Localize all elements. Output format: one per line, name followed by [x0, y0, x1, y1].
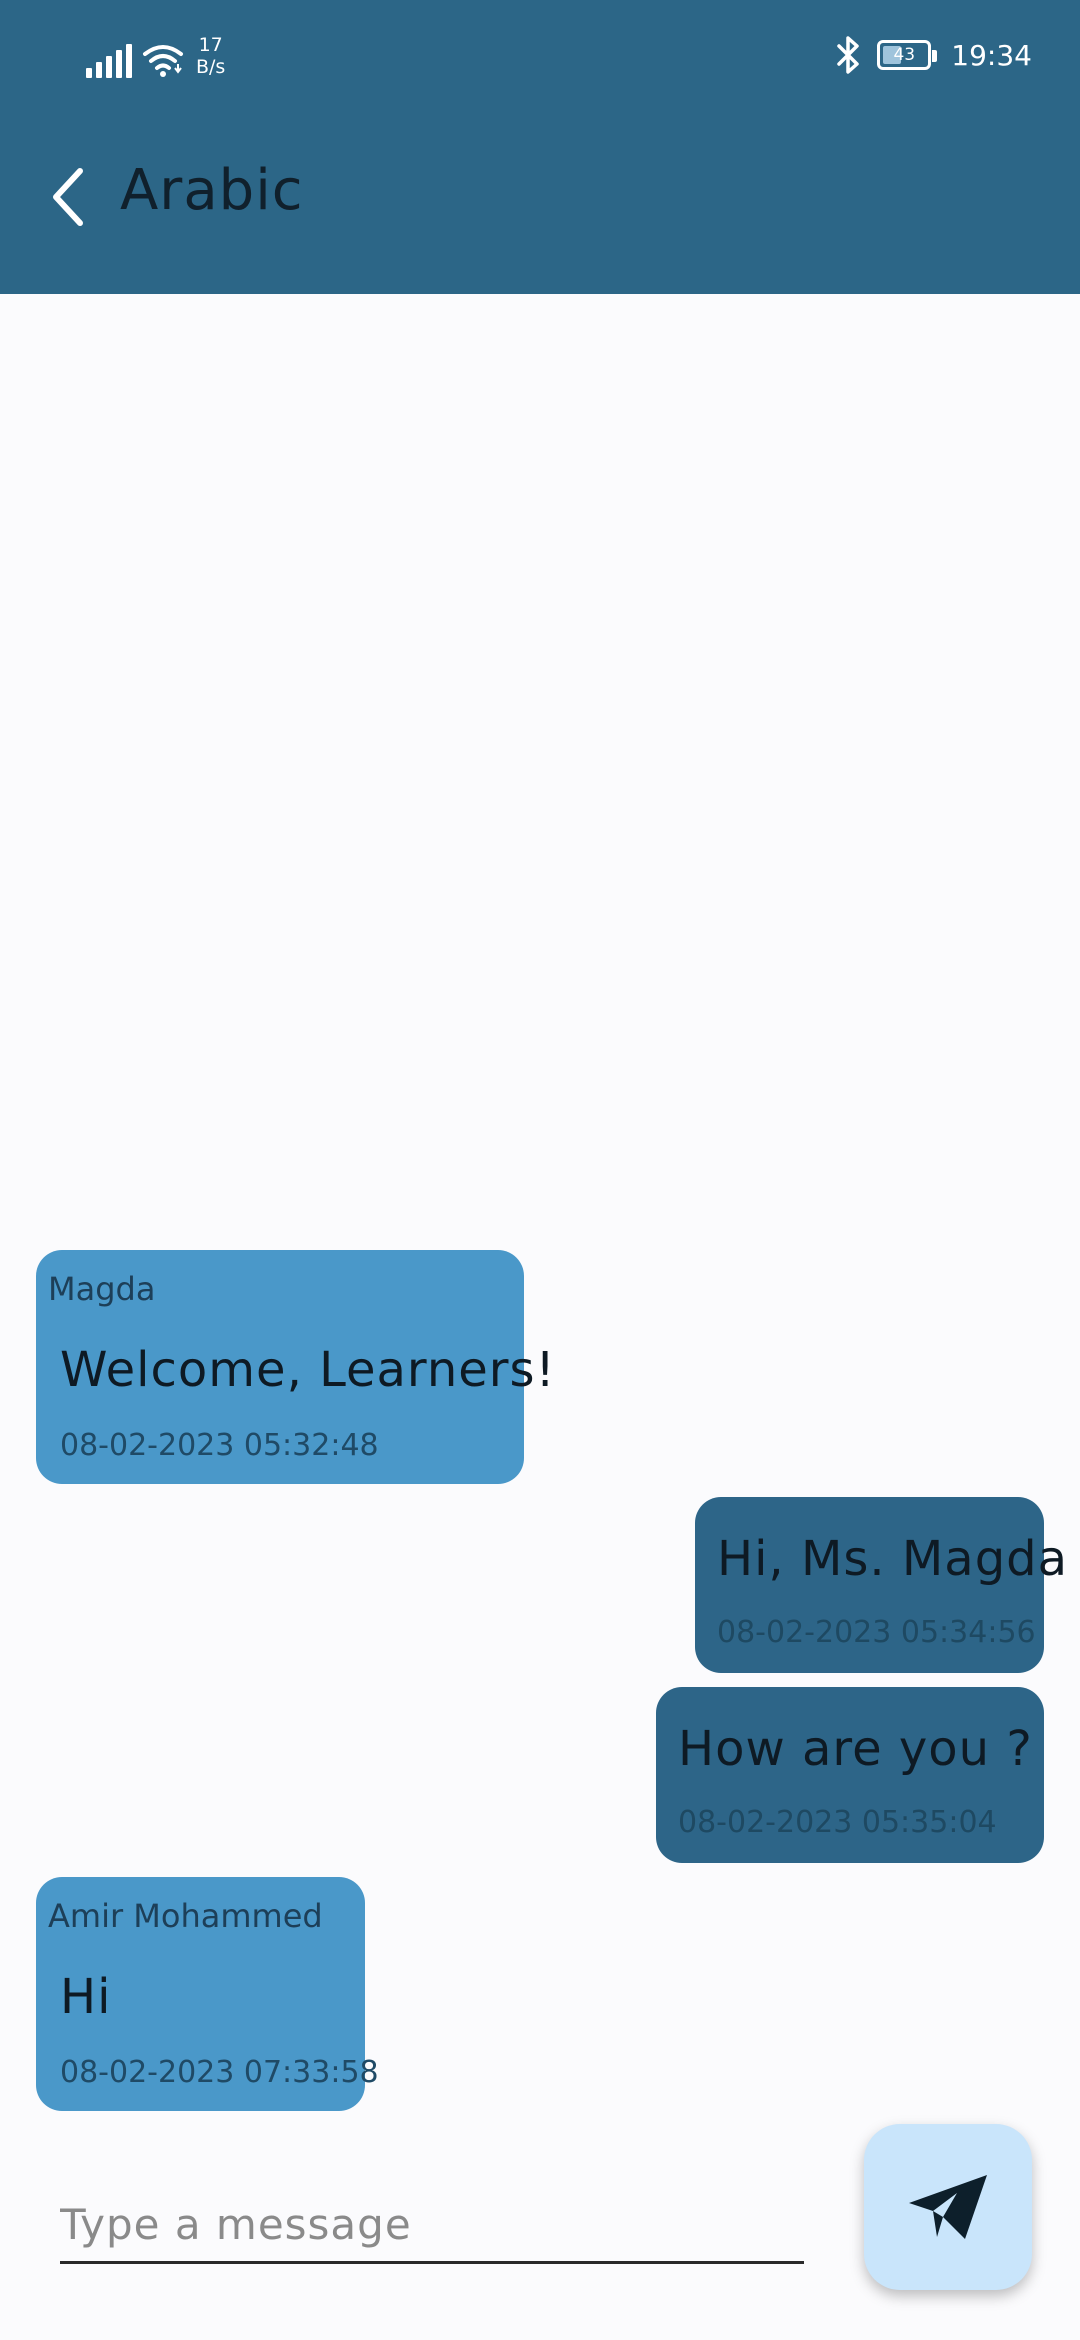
message-bubble-incoming[interactable]: Magda Welcome, Learners! 08-02-2023 05:3… [36, 1250, 555, 1484]
send-button[interactable] [864, 2124, 1032, 2290]
message-sender: Magda [48, 1270, 156, 1308]
back-button[interactable] [38, 160, 98, 234]
app-bar: Arabic [0, 118, 1080, 294]
chat-screen: 17 B/s 43 19:34 Arabic Magda Welcome, Le… [0, 0, 1080, 2340]
signal-icon [86, 42, 132, 78]
status-right-group: 43 19:34 [835, 36, 1032, 74]
battery-level: 43 [893, 45, 916, 65]
battery-icon: 43 [877, 40, 938, 70]
status-time: 19:34 [951, 38, 1032, 72]
status-left-group: 17 B/s [86, 34, 225, 78]
network-speed-unit: B/s [196, 56, 226, 78]
bluetooth-icon [837, 36, 860, 74]
message-bubble-outgoing[interactable]: Hi, Ms. Magda 08-02-2023 05:34:56 [695, 1497, 1067, 1673]
message-bubble-outgoing[interactable]: How are you ? 08-02-2023 05:35:04 [656, 1687, 1044, 1863]
message-bubble-incoming[interactable]: Amir Mohammed Hi 08-02-2023 07:33:58 [36, 1877, 379, 2111]
message-sender: Amir Mohammed [48, 1897, 323, 1935]
message-timestamp: 08-02-2023 05:35:04 [678, 1805, 997, 1840]
message-timestamp: 08-02-2023 05:32:48 [60, 1428, 379, 1463]
network-speed: 17 B/s [196, 34, 225, 78]
page-title: Arabic [120, 158, 304, 223]
message-input[interactable] [60, 2188, 804, 2264]
network-speed-value: 17 [198, 34, 223, 56]
status-bar: 17 B/s 43 19:34 [0, 0, 1080, 118]
message-timestamp: 08-02-2023 05:34:56 [717, 1615, 1036, 1650]
message-text: Hi [60, 1969, 112, 2025]
message-text: How are you ? [678, 1721, 1033, 1777]
message-text: Welcome, Learners! [60, 1342, 556, 1398]
chevron-left-icon [53, 168, 83, 226]
message-text: Hi, Ms. Magda [717, 1531, 1069, 1587]
message-timestamp: 08-02-2023 07:33:58 [60, 2055, 379, 2090]
wifi-icon [143, 45, 183, 77]
send-icon [909, 2175, 987, 2239]
